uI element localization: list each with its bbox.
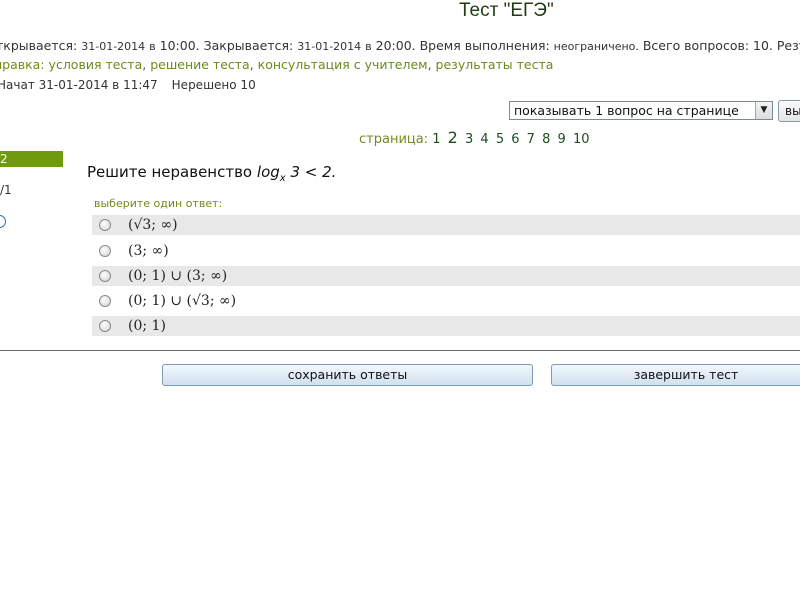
answer-option-text: (3; ∞) <box>128 243 169 259</box>
test-page: Тест "ЕГЭ" ткрывается: 31-01-2014 в 10:0… <box>0 0 800 600</box>
section-divider <box>0 350 800 351</box>
finish-test-button[interactable]: завершить тест <box>551 364 800 386</box>
duration-label: Время выполнения: <box>419 38 550 53</box>
circle-icon[interactable] <box>0 215 6 228</box>
page-link-6[interactable]: 6 <box>511 132 519 147</box>
select-value: показывать 1 вопрос на странице <box>514 103 739 118</box>
question-formula: logx 3 < 2. <box>256 163 337 184</box>
help-label: правка: <box>0 57 45 72</box>
link-teacher-consultation[interactable]: консультация с учителем <box>258 57 428 72</box>
answer-option[interactable]: (0; 1) ∪ (√3; ∞) <box>92 291 800 311</box>
answer-option-text: (0; 1) <box>128 318 166 334</box>
page-link-10[interactable]: 10 <box>573 132 590 147</box>
radio-button[interactable] <box>99 320 111 332</box>
opens-in: в <box>149 40 156 53</box>
radio-button[interactable] <box>99 270 111 282</box>
save-answers-button[interactable]: сохранить ответы <box>162 364 533 386</box>
started-at: Начат 31-01-2014 в 11:47 <box>0 78 158 92</box>
page-link-4[interactable]: 4 <box>480 132 488 147</box>
closes-label: Закрывается: <box>203 38 294 53</box>
radio-button[interactable] <box>99 295 111 307</box>
question-prefix: Решите неравенство <box>87 163 253 181</box>
page-title: Тест "ЕГЭ" <box>459 0 554 21</box>
link-test-results[interactable]: результаты теста <box>436 57 554 72</box>
answer-option-text: (0; 1) ∪ (3; ∞) <box>128 268 228 284</box>
test-info: ткрывается: 31-01-2014 в 10:00. Закрывае… <box>0 38 800 53</box>
link-test-solution[interactable]: решение теста <box>150 57 250 72</box>
page-link-5[interactable]: 5 <box>496 132 504 147</box>
answer-option[interactable]: (√3; ∞) <box>92 215 800 235</box>
answer-option-text: (0; 1) ∪ (√3; ∞) <box>128 293 237 309</box>
page-link-1[interactable]: 1 <box>432 132 440 147</box>
answer-option[interactable]: (0; 1) ∪ (3; ∞) <box>92 266 800 286</box>
answer-instruction: выберите один ответ: <box>94 197 223 210</box>
unsolved-count: Нерешено 10 <box>171 78 256 92</box>
opens-label: ткрывается: <box>0 38 78 53</box>
answer-option[interactable]: (3; ∞) <box>92 241 800 261</box>
link-test-conditions[interactable]: условия теста <box>49 57 143 72</box>
answer-option[interactable]: (0; 1) <box>92 316 800 336</box>
chevron-down-icon[interactable]: ▼ <box>755 102 772 119</box>
sidebar-question-count: /1 <box>0 183 12 197</box>
radio-button[interactable] <box>99 245 111 257</box>
attempt-status: Начат 31-01-2014 в 11:47 Нерешено 10 <box>0 78 256 92</box>
question-text: Решите неравенство logx 3 < 2. <box>87 163 336 184</box>
page-link-2[interactable]: 2 <box>448 128 458 147</box>
closes-time: 20:00. <box>375 38 416 53</box>
answer-option-text: (√3; ∞) <box>128 217 178 233</box>
total-questions: Всего вопросов: 10. Результ <box>642 38 800 53</box>
page-link-9[interactable]: 9 <box>558 132 566 147</box>
page-link-7[interactable]: 7 <box>527 132 535 147</box>
opens-time: 10:00. <box>159 38 200 53</box>
questions-per-page-select[interactable]: показывать 1 вопрос на странице ▼ <box>509 101 773 120</box>
help-links: правка: условия теста, решение теста, ко… <box>0 57 553 72</box>
page-link-8[interactable]: 8 <box>542 132 550 147</box>
page-link-3[interactable]: 3 <box>465 132 473 147</box>
duration-value: неограничено. <box>553 40 639 53</box>
opens-date: 31-01-2014 <box>81 40 146 53</box>
radio-button[interactable] <box>99 219 111 231</box>
closes-date: 31-01-2014 <box>297 40 362 53</box>
pagination-label: страница: <box>359 132 429 147</box>
pagination: страница: 1 2 3 4 5 6 7 8 9 10 <box>359 128 592 147</box>
apply-display-button[interactable]: вы <box>778 100 800 122</box>
sidebar-active-question[interactable]: 2 <box>0 151 63 167</box>
closes-in: в <box>365 40 372 53</box>
